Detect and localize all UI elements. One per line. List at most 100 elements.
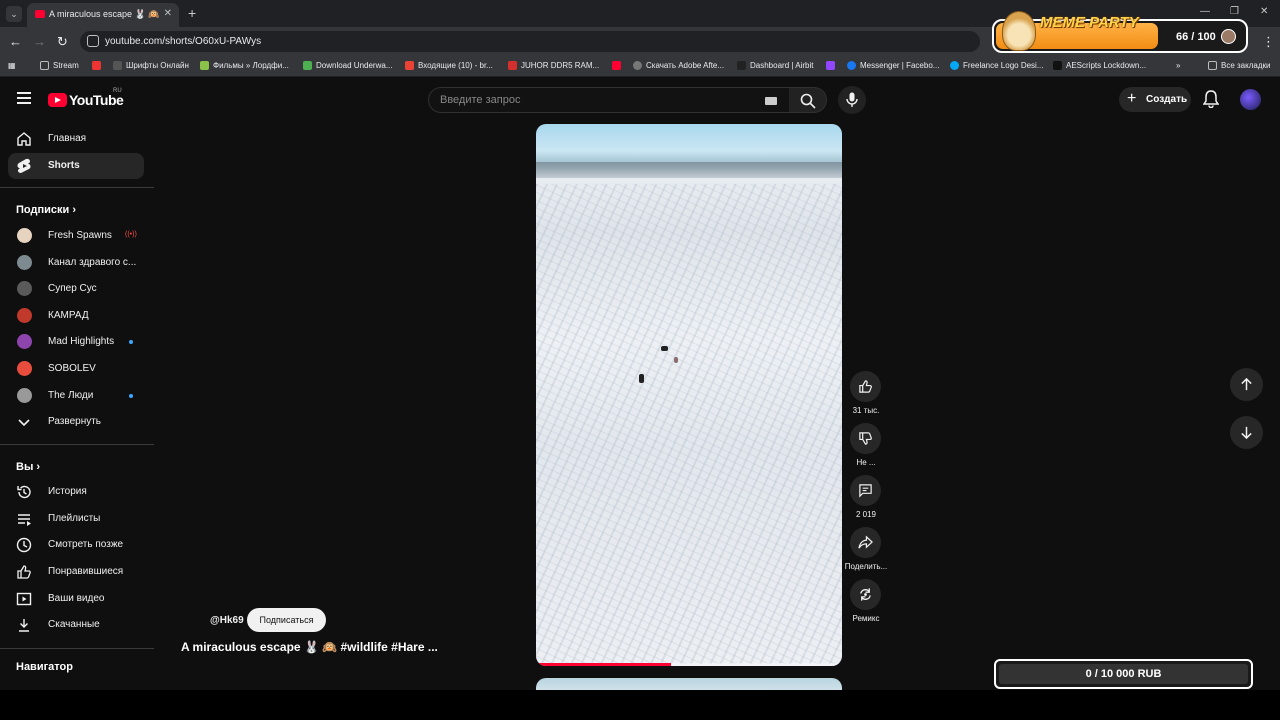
folder-icon [1208,61,1217,70]
search-input[interactable]: Введите запрос [428,87,790,113]
bell-icon [1202,90,1220,109]
bookmark-item[interactable]: Скачать Adobe Afte... [633,61,724,70]
tab-close-icon[interactable]: ✕ [164,8,172,19]
dislike-button[interactable] [850,423,881,454]
sidebar-item-subscription[interactable]: Супер Сус [8,276,144,302]
share-label: Поделить... [844,562,888,571]
create-button[interactable]: + Создать [1119,87,1191,112]
channel-avatar [17,388,32,403]
channel-avatar [17,361,32,376]
sidebar-item-subscription[interactable]: Mad Highlights [8,329,144,355]
apps-icon[interactable]: ▦ [8,61,16,70]
sidebar-item-subscription[interactable]: Fresh Spawns ((•)) [8,223,144,249]
sidebar-item-downloads[interactable]: Скачанные [8,612,144,638]
reload-icon[interactable]: ↻ [57,34,68,50]
playlists-icon [18,514,31,526]
sidebar-item-shorts[interactable]: Shorts [8,153,144,179]
folder-icon [40,61,49,70]
sidebar-item-liked[interactable]: Понравившиеся [8,559,144,585]
notifications-button[interactable] [1202,90,1220,113]
browser-menu-icon[interactable]: ⋮ [1262,34,1275,50]
new-tab-button[interactable]: + [188,5,196,21]
bookmark-item[interactable]: Stream [40,61,79,70]
youtube-favicon-icon [35,10,45,18]
channel-handle[interactable]: @Hk69 [210,615,244,626]
video-progress-fill [536,663,671,666]
thumbs-down-icon [859,432,872,445]
next-short-button[interactable] [1230,416,1263,449]
search-icon [800,93,816,109]
site-info-icon[interactable] [87,35,99,47]
remix-button[interactable] [850,579,881,610]
bookmark-item[interactable] [612,61,625,70]
chevron-right-icon: › [36,461,41,473]
address-bar[interactable]: youtube.com/shorts/O60xU-PAWys [80,31,980,52]
url-text: youtube.com/shorts/O60xU-PAWys [105,36,262,47]
liked-icon [17,565,31,579]
shorts-video-player[interactable] [536,124,842,666]
sidebar-item-home[interactable]: Главная [8,126,144,152]
account-avatar[interactable] [1240,89,1261,110]
bookmark-item[interactable]: Шрифты Онлайн [113,61,189,70]
short-title[interactable]: A miraculous escape 🐰 🙉 #wildlife #Hare … [181,640,438,654]
sidebar: Главная Shorts Подписки › Fresh Spawns (… [0,120,154,690]
channel-avatar [17,334,32,349]
tab-search-button[interactable]: ⌄ [6,6,22,22]
meme-party-avatar [1221,29,1236,44]
bookmark-item[interactable] [92,61,105,70]
bookmark-item[interactable]: Фильмы » Лордфи... [200,61,289,70]
bookmark-item[interactable] [826,61,839,70]
subscriptions-heading[interactable]: Подписки › [16,204,76,216]
doge-icon [1002,11,1036,51]
sidebar-item-history[interactable]: История [8,479,144,505]
bookmark-item[interactable]: Messenger | Facebo... [847,61,939,70]
bookmarks-overflow-icon[interactable]: » [1176,61,1180,70]
window-close-icon[interactable]: ✕ [1260,6,1268,17]
subscribe-button[interactable]: Подписаться [247,608,326,632]
sidebar-item-watch-later[interactable]: Смотреть позже [8,532,144,558]
you-heading[interactable]: Вы › [16,461,40,473]
previous-short-button[interactable] [1230,368,1263,401]
youtube-play-icon [48,93,67,107]
bookmark-item[interactable]: Download Underwa... [303,61,392,70]
sidebar-item-subscription[interactable]: Канал здравого с... [8,250,144,276]
bookmark-item[interactable]: Freelance Logo Desi... [950,61,1044,70]
sidebar-item-subscription[interactable]: КАМРАД [8,303,144,329]
divider [0,187,154,188]
browser-tab[interactable]: A miraculous escape 🐰 🙉 ✕ [27,3,179,27]
bookmark-item[interactable]: Входящие (10) - br... [405,61,493,70]
restore-icon[interactable]: ❐ [1230,6,1239,17]
keyboard-icon[interactable] [765,97,777,105]
dislike-label: Не ... [856,458,876,467]
share-button[interactable] [850,527,881,558]
downloads-icon [19,619,29,632]
like-button[interactable] [850,371,881,402]
country-code: RU [113,88,122,94]
sidebar-item-subscription[interactable]: The Люди [8,383,144,409]
sidebar-item-expand[interactable]: Развернуть [8,409,144,435]
sidebar-item-subscription[interactable]: SOBOLEV [8,356,144,382]
bookmark-item[interactable]: Dashboard | Airbit [737,61,813,70]
share-icon [858,535,873,549]
arrow-down-icon [1241,426,1252,439]
voice-search-button[interactable] [838,86,866,114]
back-icon[interactable]: ← [9,34,22,49]
sidebar-item-playlists[interactable]: Плейлисты [8,506,144,532]
bookmark-item[interactable]: JUHOR DDR5 RAM... [508,61,599,70]
menu-icon[interactable] [17,92,31,107]
minimize-icon[interactable]: — [1200,6,1210,17]
new-content-dot [129,340,133,344]
tab-title: A miraculous escape 🐰 🙉 [49,9,160,19]
youtube-logo[interactable]: YouTube RU [48,88,124,110]
search-button[interactable] [789,87,827,113]
comments-button[interactable] [850,475,881,506]
bookmarks-bar: ▦ Stream Шрифты Онлайн Фильмы » Лордфи..… [0,56,1280,77]
sidebar-item-your-videos[interactable]: Ваши видео [8,586,144,612]
thumbs-up-icon [859,380,872,393]
video-progress-bar[interactable] [536,663,842,666]
all-bookmarks[interactable]: Все закладки [1208,61,1270,70]
donation-goal-widget: 0 / 10 000 RUB [994,659,1253,689]
history-icon [17,485,31,499]
bookmark-item[interactable]: AEScripts Lockdown... [1053,61,1146,70]
forward-icon[interactable]: → [33,34,46,49]
